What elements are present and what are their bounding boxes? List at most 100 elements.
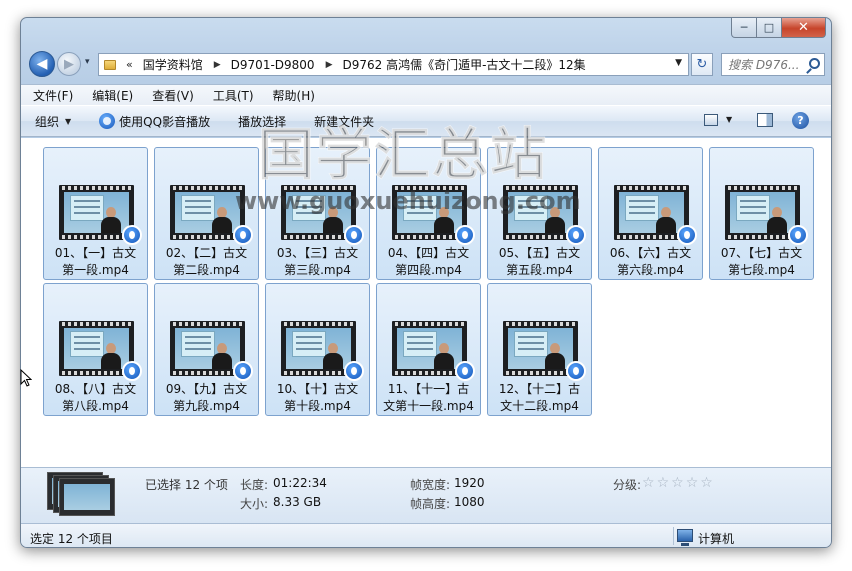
film-strip-top [281, 322, 356, 326]
menu-edit[interactable]: 编辑(E) [90, 87, 135, 104]
video-frame [730, 192, 795, 233]
qq-player-icon [455, 225, 475, 245]
change-view-icon[interactable] [704, 114, 718, 126]
presenter [767, 207, 787, 233]
thumbnail-stack-front [59, 478, 115, 516]
chevron-down-icon[interactable]: ▼ [726, 115, 732, 124]
file-name: 10、【十】古文 第十段.mp4 [268, 381, 367, 415]
qq-player-icon [566, 225, 586, 245]
file-tile[interactable]: 08、【八】古文 第八段.mp4 [43, 283, 148, 416]
help-icon[interactable]: ? [792, 112, 809, 129]
file-name-line: 07、【七】古文 [720, 246, 803, 260]
frame-height-label: 帧高度: [410, 497, 451, 511]
refresh-button[interactable]: ↻ [691, 53, 713, 76]
file-tile[interactable]: 12、【十二】古 文十二段.mp4 [487, 283, 592, 416]
minimize-button[interactable]: ─ [731, 18, 757, 38]
length-value: 01:22:34 [273, 476, 327, 490]
qq-player-icon [122, 225, 142, 245]
film-strip-top [392, 322, 467, 326]
file-name-line: 第二段.mp4 [173, 263, 240, 277]
star-icon[interactable]: ☆ [700, 476, 713, 490]
size-label: 大小: [240, 497, 269, 511]
recent-pages-dropdown[interactable]: ▾ [85, 57, 90, 67]
length-label: 长度: [240, 478, 269, 492]
video-frame [508, 328, 573, 369]
whiteboard [70, 195, 104, 221]
play-with-qq-button[interactable]: 使用QQ影音播放 [99, 113, 210, 130]
presenter [545, 343, 565, 369]
watermark-text: 国学汇总站 [258, 123, 548, 189]
close-button[interactable]: ✕ [782, 18, 826, 38]
file-name: 11、【十一】古 文第十一段.mp4 [379, 381, 478, 415]
address-dropdown-icon[interactable]: ▼ [675, 58, 682, 68]
back-button[interactable]: ◀ [29, 51, 55, 77]
file-tile[interactable]: 06、【六】古文 第六段.mp4 [598, 147, 703, 280]
file-name-line: 第一段.mp4 [62, 263, 129, 277]
whiteboard [625, 195, 659, 221]
forward-button[interactable]: ▶ [57, 52, 81, 76]
breadcrumb-separator-icon[interactable]: ▶ [326, 60, 333, 70]
rating-stars[interactable]: ☆ ☆ ☆ ☆ ☆ [642, 476, 715, 490]
file-name: 03、【三】古文 第三段.mp4 [268, 245, 367, 279]
whiteboard [403, 331, 437, 357]
breadcrumb-item[interactable]: D9762 高鸿儒《奇门遁甲-古文十二段》12集 [342, 56, 585, 73]
file-name: 01、【一】古文 第一段.mp4 [46, 245, 145, 279]
file-name-line: 第七段.mp4 [728, 263, 795, 277]
presenter [212, 207, 232, 233]
file-name-line: 第六段.mp4 [617, 263, 684, 277]
breadcrumb-item[interactable]: 国学资料馆 [143, 56, 203, 73]
video-frame [175, 328, 240, 369]
caption-buttons: ─ □ ✕ [731, 18, 826, 38]
star-icon[interactable]: ☆ [671, 476, 684, 490]
file-tile[interactable]: 09、【九】古文 第九段.mp4 [154, 283, 259, 416]
address-bar[interactable]: « 国学资料馆 ▶ D9701-D9800 ▶ D9762 高鸿儒《奇门遁甲-古… [98, 53, 689, 76]
star-icon[interactable]: ☆ [686, 476, 699, 490]
menu-file[interactable]: 文件(F) [31, 87, 75, 104]
search-icon[interactable] [809, 58, 820, 69]
whiteboard [514, 331, 548, 357]
whiteboard [181, 195, 215, 221]
file-name-line: 第八段.mp4 [62, 399, 129, 413]
presenter [212, 343, 232, 369]
frame-width-label: 帧宽度: [410, 478, 451, 492]
presenter [656, 207, 676, 233]
menu-tools[interactable]: 工具(T) [211, 87, 256, 104]
breadcrumb-separator-icon[interactable]: ▶ [214, 60, 221, 70]
qq-player-icon [344, 225, 364, 245]
file-tile[interactable]: 07、【七】古文 第七段.mp4 [709, 147, 814, 280]
search-input[interactable] [728, 57, 808, 72]
video-frame [64, 192, 129, 233]
address-overflow-chevron[interactable]: « [126, 58, 133, 71]
film-strip-top [170, 186, 245, 190]
film-strip-top [503, 322, 578, 326]
qq-player-icon [566, 361, 586, 381]
qq-player-icon [99, 113, 116, 129]
details-pane: 已选择 12 个项 长度: 01:22:34 大小: 8.33 GB 帧宽度: … [21, 467, 831, 523]
organize-label: 组织 [35, 114, 60, 129]
film-strip-top [725, 186, 800, 190]
play-with-qq-label: 使用QQ影音播放 [119, 114, 211, 129]
file-tile[interactable]: 10、【十】古文 第十段.mp4 [265, 283, 370, 416]
file-tile[interactable]: 01、【一】古文 第一段.mp4 [43, 147, 148, 280]
file-name-line: 文十二段.mp4 [500, 399, 579, 413]
maximize-button[interactable]: □ [757, 18, 782, 38]
explorer-window: ─ □ ✕ ◀ ▶ ▾ « 国学资料馆 ▶ D9701-D9800 ▶ D976… [20, 17, 832, 548]
qq-player-icon [677, 225, 697, 245]
presenter [434, 343, 454, 369]
file-name-line: 第十段.mp4 [284, 399, 351, 413]
menu-help[interactable]: 帮助(H) [271, 87, 317, 104]
breadcrumb-item[interactable]: D9701-D9800 [231, 58, 315, 72]
menu-bar: 文件(F) 编辑(E) 查看(V) 工具(T) 帮助(H) [21, 84, 831, 105]
menu-view[interactable]: 查看(V) [150, 87, 196, 104]
preview-pane-icon[interactable] [757, 113, 773, 127]
file-tile[interactable]: 11、【十一】古 文第十一段.mp4 [376, 283, 481, 416]
navigation-row: ◀ ▶ ▾ « 国学资料馆 ▶ D9701-D9800 ▶ D9762 高鸿儒《… [21, 48, 831, 80]
star-icon[interactable]: ☆ [642, 476, 655, 490]
search-box[interactable] [721, 53, 825, 76]
organize-button[interactable]: 组织 ▼ [35, 113, 71, 130]
star-icon[interactable]: ☆ [657, 476, 670, 490]
presenter [101, 343, 121, 369]
frame-height-value: 1080 [454, 495, 485, 509]
qq-player-icon [788, 225, 808, 245]
file-name-line: 02、【二】古文 [165, 246, 248, 260]
